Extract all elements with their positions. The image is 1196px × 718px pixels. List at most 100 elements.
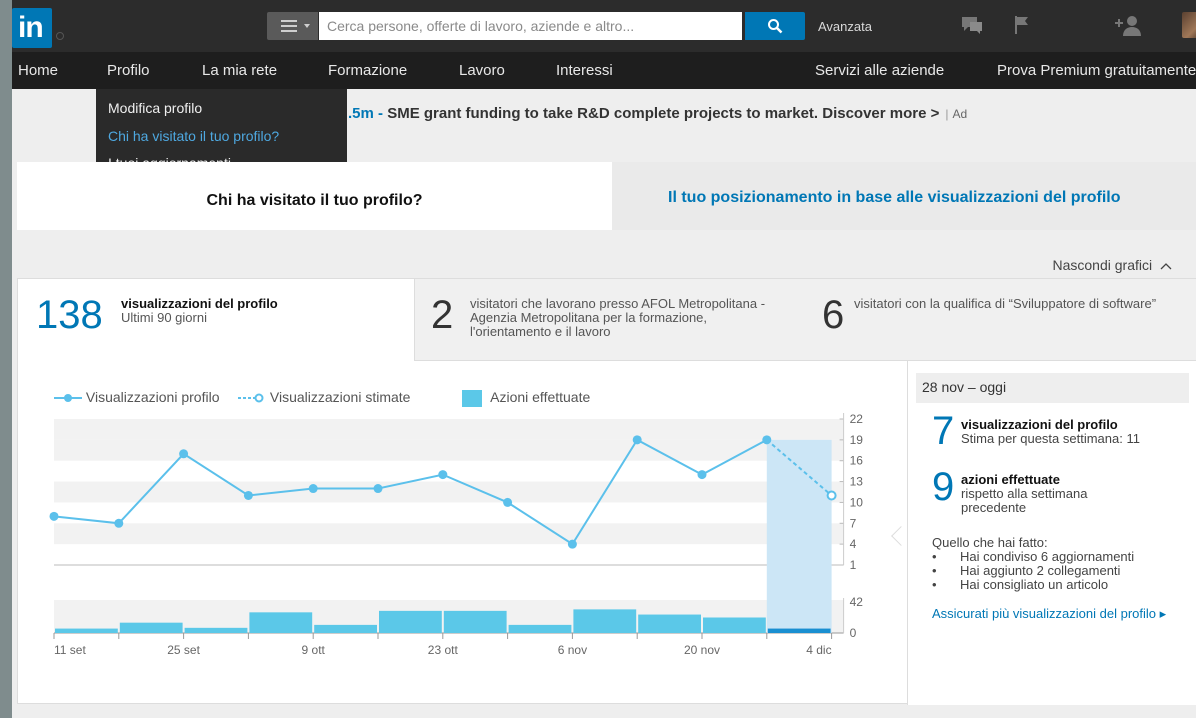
profile-stats-panel: 138 visualizzazioni del profilo Ultimi 9… bbox=[17, 278, 1196, 705]
y-tick-label: 10 bbox=[850, 495, 864, 509]
linkedin-logo[interactable]: in bbox=[12, 8, 52, 48]
search-input[interactable] bbox=[319, 12, 742, 40]
tab-who-viewed-label: Chi ha visitato il tuo profilo? bbox=[206, 192, 423, 209]
stats-summary: 138 visualizzazioni del profilo Ultimi 9… bbox=[18, 279, 1196, 361]
views-point bbox=[567, 539, 577, 549]
x-tick-label: 23 ott bbox=[428, 643, 459, 657]
action-bar bbox=[703, 617, 766, 633]
bar-y-tick-label: 0 bbox=[850, 626, 857, 640]
week-views-text: visualizzazioni del profilo Stima per qu… bbox=[961, 418, 1140, 446]
week-summary-sidebar: 28 nov – oggi 7 visualizzazioni del prof… bbox=[907, 361, 1196, 705]
views-point bbox=[114, 518, 124, 528]
week-actions-title: azioni effettuate bbox=[961, 472, 1060, 487]
messages-icon[interactable] bbox=[959, 14, 985, 36]
nav-business-services[interactable]: Servizi alle aziende bbox=[815, 62, 944, 79]
nav-network[interactable]: La mia rete bbox=[202, 62, 277, 79]
chevron-up-icon bbox=[1160, 263, 1172, 270]
views-point bbox=[49, 511, 59, 521]
views-point bbox=[179, 449, 189, 459]
week-views-number: 7 bbox=[932, 409, 955, 453]
nav-try-premium[interactable]: Prova Premium gratuitamente bbox=[997, 62, 1196, 79]
x-tick-label: 20 nov bbox=[684, 643, 720, 657]
views-point bbox=[438, 470, 448, 480]
menu-edit-profile[interactable]: Modifica profilo bbox=[108, 100, 202, 116]
bar-y-tick-label: 42 bbox=[850, 595, 864, 609]
profile-views-chart: Visualizzazioni profilo Visualizzazioni … bbox=[18, 361, 908, 705]
profile-avatar[interactable] bbox=[1182, 12, 1196, 38]
action-bar bbox=[379, 610, 442, 633]
grid-band bbox=[54, 481, 844, 503]
action-bar bbox=[184, 627, 248, 633]
profile-views-tabs: Chi ha visitato il tuo profilo? Il tuo p… bbox=[17, 162, 1196, 230]
views-point bbox=[373, 484, 383, 494]
top-bar: in Avanzata bbox=[12, 0, 1196, 52]
stat-title-visitors[interactable]: 6 visitatori con la qualifica di “Svilup… bbox=[806, 279, 1196, 361]
search-category-menu[interactable] bbox=[267, 12, 318, 40]
stat-number: 2 bbox=[431, 293, 454, 337]
stat-number: 138 bbox=[36, 293, 103, 337]
advanced-search-link[interactable]: Avanzata bbox=[818, 19, 872, 34]
x-tick-label: 9 ott bbox=[302, 643, 326, 657]
hide-charts-label: Nascondi grafici bbox=[1052, 257, 1153, 273]
x-tick-label: 4 dic bbox=[806, 643, 831, 657]
ad-amount: .5m - bbox=[348, 105, 388, 122]
nav-education[interactable]: Formazione bbox=[328, 62, 407, 79]
week-views-title: visualizzazioni del profilo bbox=[961, 417, 1118, 432]
stat-company-visitors[interactable]: 2 visitatori che lavorano presso AFOL Me… bbox=[414, 279, 806, 361]
views-point bbox=[697, 470, 707, 480]
hide-charts-toggle[interactable]: Nascondi grafici bbox=[1053, 257, 1173, 273]
chevron-down-icon bbox=[304, 24, 310, 28]
activity-item: Hai aggiunto 2 collegamenti bbox=[932, 564, 1134, 579]
menu-who-viewed-profile[interactable]: Chi ha visitato il tuo profilo? bbox=[108, 128, 279, 144]
action-bar bbox=[443, 610, 507, 633]
grid-band bbox=[54, 523, 844, 545]
stat-number: 6 bbox=[822, 293, 845, 337]
ad-separator: | bbox=[945, 107, 949, 121]
stat-sub: visitatori che lavorano presso AFOL Metr… bbox=[470, 296, 766, 339]
week-actions-number: 9 bbox=[932, 465, 955, 509]
nav-interests[interactable]: Interessi bbox=[556, 62, 613, 79]
y-tick-label: 4 bbox=[850, 537, 857, 551]
tab-who-viewed[interactable]: Chi ha visitato il tuo profilo? bbox=[17, 162, 612, 230]
y-tick-label: 1 bbox=[850, 558, 857, 572]
stat-sub: Ultimi 90 giorni bbox=[121, 310, 207, 325]
ad-text: SME grant funding to take R&D complete p… bbox=[387, 105, 940, 122]
main-nav: Home Profilo La mia rete Formazione Lavo… bbox=[12, 52, 1196, 89]
search-button[interactable] bbox=[745, 12, 805, 40]
y-tick-label: 7 bbox=[850, 516, 857, 530]
action-bar bbox=[638, 614, 701, 633]
chart-canvas: 11 set 25 set 9 ott 23 ott 6 nov 20 nov 4 dic 1… bbox=[49, 412, 864, 657]
more-views-link[interactable]: Assicurati più visualizzazioni del profi… bbox=[932, 606, 1172, 621]
search-icon bbox=[768, 19, 783, 34]
ad-label: Ad bbox=[952, 107, 968, 121]
x-tick-label: 11 set bbox=[54, 643, 86, 657]
flag-icon[interactable] bbox=[1012, 14, 1032, 36]
action-bar bbox=[119, 622, 183, 633]
nav-jobs[interactable]: Lavoro bbox=[459, 62, 505, 79]
week-period: 28 nov – oggi bbox=[916, 373, 1189, 403]
ad-banner[interactable]: .5m - SME grant funding to take R&D comp… bbox=[348, 105, 967, 122]
grid-band bbox=[54, 419, 844, 440]
week-views-sub: Stima per questa settimana: 11 bbox=[961, 431, 1140, 446]
y-tick-label: 19 bbox=[850, 433, 864, 447]
nav-profile[interactable]: Profilo bbox=[107, 62, 150, 79]
views-point bbox=[632, 435, 642, 445]
stat-title: visualizzazioni del profilo bbox=[121, 296, 278, 311]
views-point bbox=[308, 484, 318, 494]
stat-total-views[interactable]: 138 visualizzazioni del profilo Ultimi 9… bbox=[18, 279, 414, 361]
week-actions-sub: rispetto alla settimana precedente bbox=[961, 486, 1088, 515]
views-point bbox=[503, 497, 513, 507]
action-bar bbox=[573, 609, 637, 633]
tab-ranking[interactable]: Il tuo posizionamento in base alle visua… bbox=[612, 162, 1196, 230]
estimated-point bbox=[826, 490, 837, 501]
y-tick-label: 22 bbox=[850, 412, 864, 426]
stat-sub: visitatori con la qualifica di “Sviluppa… bbox=[854, 296, 1157, 311]
activity-title: Quello che hai fatto: bbox=[932, 535, 1048, 550]
add-connection-icon[interactable] bbox=[1112, 14, 1144, 38]
activity-list: Quello che hai fatto: Hai condiviso 6 ag… bbox=[932, 535, 1134, 593]
logo-badge bbox=[56, 32, 64, 40]
x-tick-label: 6 nov bbox=[558, 643, 587, 657]
nav-home[interactable]: Home bbox=[18, 62, 58, 79]
action-bar bbox=[249, 612, 313, 633]
action-bar bbox=[508, 624, 572, 633]
